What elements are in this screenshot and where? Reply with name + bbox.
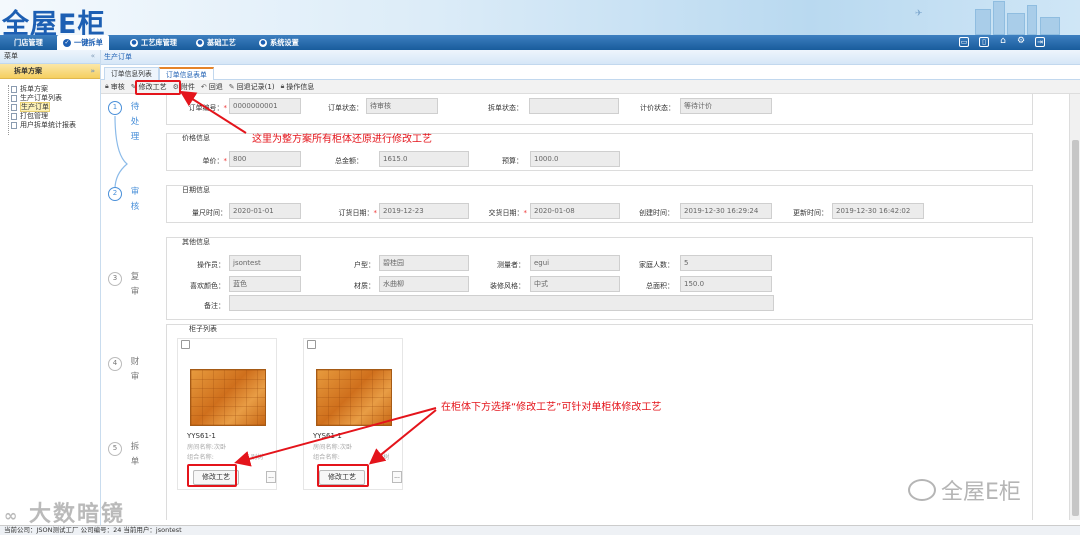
annotation-arrows (179, 90, 437, 467)
watermark-left: ∞ 大数暗镜 (4, 502, 126, 527)
watermark-right: 全屋E柜 (908, 474, 1021, 506)
wechat-icon (908, 479, 936, 501)
watermark-logo-icon: ∞ (4, 506, 20, 525)
annotation-bottom: 在柜体下方选择“修改工艺”可针对单柜体修改工艺 (441, 402, 662, 413)
annotation-top: 这里为整方案所有柜体还原进行修改工艺 (252, 134, 432, 145)
status-bar: 当前公司：JSON测试工厂 公司编号：24 当前用户：jsontest (0, 525, 1080, 535)
